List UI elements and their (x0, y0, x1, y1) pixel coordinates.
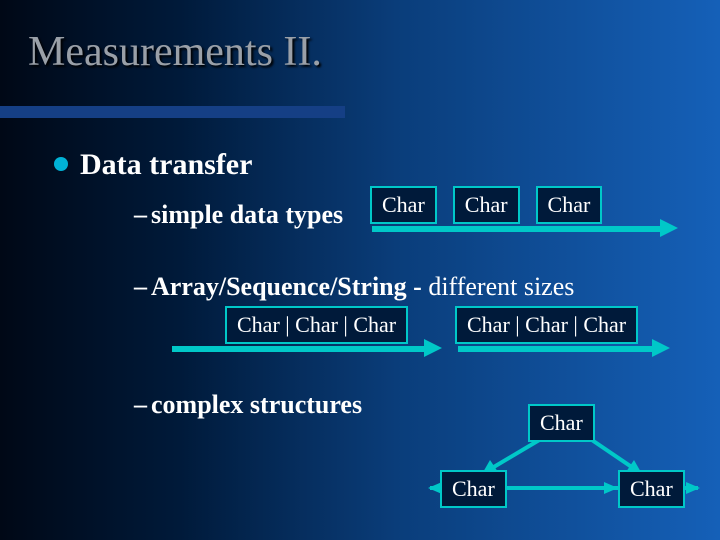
arrow-line (458, 346, 654, 352)
bullet-dot-icon (54, 157, 68, 171)
dash-icon: – (134, 390, 147, 419)
slide: Measurements II. Data transfer –simple d… (0, 0, 720, 540)
char-box: Char (453, 186, 520, 224)
arrow-line (372, 226, 662, 232)
slide-title: Measurements II. (28, 28, 322, 76)
simple-char-boxes: Char Char Char (370, 186, 602, 224)
arrow-line (172, 346, 426, 352)
dash-icon: – (134, 272, 147, 301)
dash-icon: – (134, 200, 147, 229)
subbullet-complex: –complex structures (134, 390, 362, 420)
char-box: Char (370, 186, 437, 224)
char-box: Char (536, 186, 603, 224)
subbullet-simple-text: simple data types (151, 200, 343, 229)
char-triple-box: Char | Char | Char (455, 306, 638, 344)
char-triple-box: Char | Char | Char (225, 306, 408, 344)
char-box: Char (618, 470, 685, 508)
arrow-right-icon (652, 339, 670, 357)
char-box: Char (440, 470, 507, 508)
subbullet-complex-text: complex structures (151, 390, 362, 419)
tree-diagram: Char Char Char (428, 404, 706, 524)
subbullet-simple: –simple data types (134, 200, 343, 230)
bullet-data-transfer: Data transfer (54, 148, 252, 181)
arrow-right-icon (424, 339, 442, 357)
title-underline (0, 106, 345, 118)
bullet-text: Data transfer (80, 148, 252, 181)
subbullet-arrayseq: –Array/Sequence/String - different sizes (134, 272, 574, 302)
subbullet-arrayseq-bold: Array/Sequence/String - (151, 272, 428, 301)
arrow-right-icon (660, 219, 678, 237)
subbullet-arrayseq-rest: different sizes (428, 272, 574, 301)
char-box: Char (528, 404, 595, 442)
